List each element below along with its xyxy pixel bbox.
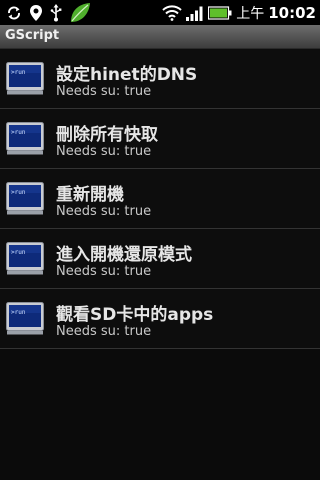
icon-run-text: >run <box>11 189 26 196</box>
wifi-icon <box>162 4 182 21</box>
list-item[interactable]: >run 進入開機還原模式 Needs su: true <box>0 229 320 289</box>
usb-icon <box>50 3 62 22</box>
script-title: 刪除所有快取 <box>56 125 158 145</box>
leaf-icon <box>68 2 92 24</box>
list-item[interactable]: >run 重新開機 Needs su: true <box>0 169 320 229</box>
icon-run-text: >run <box>11 309 26 316</box>
monitor-run-icon: >run <box>6 62 44 95</box>
list-item[interactable]: >run 刪除所有快取 Needs su: true <box>0 109 320 169</box>
status-bar: 上午 10:02 <box>0 0 320 25</box>
script-subtitle: Needs su: true <box>56 204 152 219</box>
sync-icon <box>6 5 22 21</box>
list-item[interactable]: >run 觀看SD卡中的apps Needs su: true <box>0 289 320 349</box>
icon-run-text: >run <box>11 129 26 136</box>
monitor-run-icon: >run <box>6 242 44 275</box>
icon-run-text: >run <box>11 69 26 76</box>
script-title: 進入開機還原模式 <box>56 245 192 265</box>
app-title: GScript <box>5 28 60 43</box>
app-title-bar: GScript <box>0 25 320 49</box>
signal-icon <box>186 5 204 21</box>
location-icon <box>28 4 44 22</box>
monitor-run-icon: >run <box>6 302 44 335</box>
monitor-run-icon: >run <box>6 182 44 215</box>
script-subtitle: Needs su: true <box>56 84 152 99</box>
script-list: >run 設定hinet的DNS Needs su: true >run 刪除所… <box>0 49 320 349</box>
monitor-run-icon: >run <box>6 122 44 155</box>
clock-time: 10:02 <box>268 3 316 22</box>
system-icons: 上午 10:02 <box>162 2 316 23</box>
script-subtitle: Needs su: true <box>56 144 152 159</box>
list-item[interactable]: >run 設定hinet的DNS Needs su: true <box>0 49 320 109</box>
script-title: 設定hinet的DNS <box>56 65 198 85</box>
script-title: 重新開機 <box>56 185 124 205</box>
phone-screen: 上午 10:02 GScript >run 設定hinet的DNS Needs … <box>0 0 320 480</box>
battery-icon <box>208 5 232 20</box>
script-subtitle: Needs su: true <box>56 324 152 339</box>
script-subtitle: Needs su: true <box>56 264 152 279</box>
script-title: 觀看SD卡中的apps <box>56 305 214 325</box>
icon-run-text: >run <box>11 249 26 256</box>
clock-ampm: 上午 <box>236 5 265 22</box>
notification-icons <box>6 2 92 23</box>
